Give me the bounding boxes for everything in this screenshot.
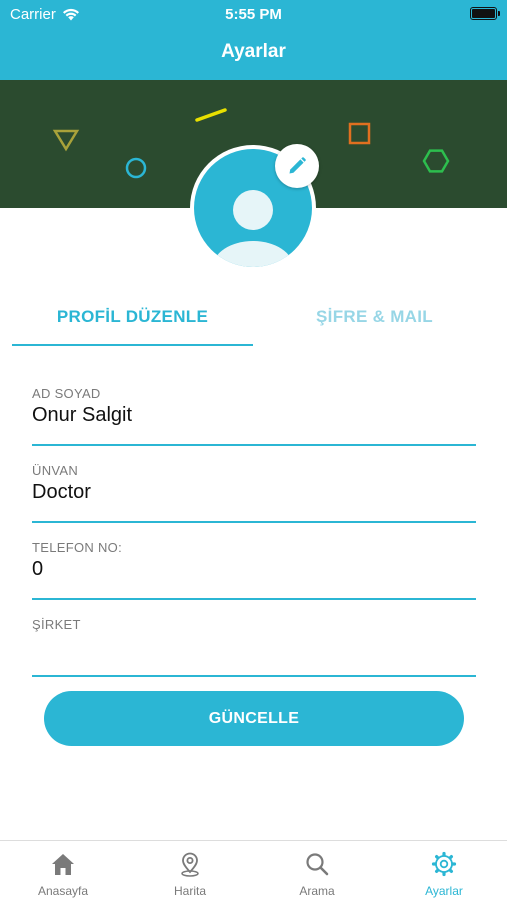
pencil-icon [289,157,306,174]
status-bar: Carrier 5:55 PM [0,0,507,28]
phone-field[interactable]: TELEFON NO: 0 [32,540,476,600]
triangle-decoration [52,129,80,152]
tabbar-label-map: Harita [173,884,206,898]
tab-edit-profile[interactable]: PROFİL DÜZENLE [12,296,253,346]
circle-decoration [125,157,147,179]
title-field-label: ÜNVAN [32,463,79,478]
bottom-tab-bar: Anasayfa Harita Arama Ayarlar [0,840,507,900]
line-decoration [195,108,227,122]
company-field-label: ŞİRKET [32,617,81,632]
name-field[interactable]: AD SOYAD Onur Salgit [32,386,476,446]
name-field-value[interactable]: Onur Salgit [32,404,132,427]
title-field-value[interactable]: Doctor [32,481,91,504]
home-icon [52,854,74,875]
update-button[interactable]: GÜNCELLE [44,691,464,746]
map-pin-icon [181,852,199,877]
phone-field-label: TELEFON NO: [32,540,122,555]
name-field-label: AD SOYAD [32,386,101,401]
tabbar-label-search: Arama [299,884,335,898]
hexagon-decoration [422,149,450,173]
tabbar-item-settings[interactable]: Ayarlar [381,841,507,900]
tabbar-item-map[interactable]: Harita [127,841,253,900]
battery-icon [470,7,500,20]
tabbar-item-home[interactable]: Anasayfa [0,841,126,900]
search-icon [306,853,329,876]
status-time: 5:55 PM [225,6,282,23]
tabbar-label-settings: Ayarlar [425,884,463,898]
gear-icon [431,851,457,877]
square-decoration [348,122,371,145]
tabbar-label-home: Anasayfa [37,884,89,898]
edit-avatar-button[interactable] [275,144,319,188]
page-title: Ayarlar [221,41,286,62]
title-field[interactable]: ÜNVAN Doctor [32,463,476,523]
app-header: Carrier 5:55 PM Ayarlar [0,0,507,80]
tabbar-item-search[interactable]: Arama [254,841,380,900]
phone-field-value[interactable]: 0 [32,558,43,581]
company-field[interactable]: ŞİRKET [32,617,476,677]
profile-tabs: PROFİL DÜZENLE ŞİFRE & MAIL [12,296,495,346]
tab-password-mail[interactable]: ŞİFRE & MAIL [254,296,495,346]
